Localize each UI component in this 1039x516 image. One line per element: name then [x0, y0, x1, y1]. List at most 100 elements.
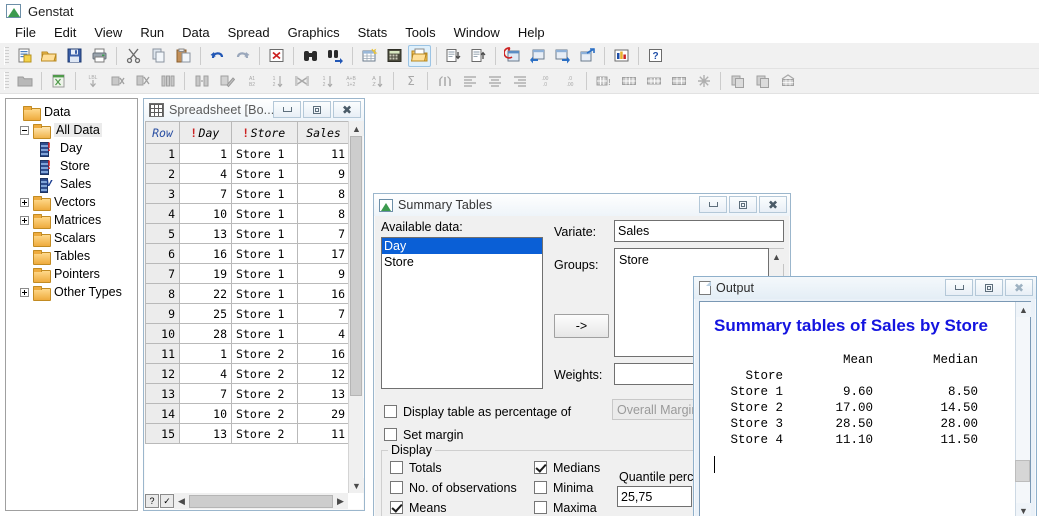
cell-day[interactable]: 4 — [179, 163, 232, 184]
available-data-item-store[interactable]: Store — [382, 254, 542, 270]
tree-node-pointers[interactable]: Pointers — [10, 265, 135, 283]
column-header-sales[interactable]: Sales — [297, 121, 350, 144]
minimize-button[interactable] — [699, 196, 727, 213]
open-data-icon[interactable] — [408, 44, 431, 67]
table-row[interactable]: 7 19 Store 19 — [145, 263, 350, 284]
copy-sheet-icon[interactable] — [726, 70, 749, 92]
menu-stats[interactable]: Stats — [349, 23, 397, 42]
display-percentage-checkbox-row[interactable]: Display table as percentage of — [384, 402, 571, 421]
quantile-percentages-input[interactable]: 25,75 — [617, 486, 692, 507]
graph-bars-icon[interactable] — [610, 45, 633, 67]
cell-sales[interactable]: 7 — [297, 303, 350, 324]
column-header-store[interactable]: ! Store — [231, 121, 298, 144]
table-2-icon[interactable] — [642, 70, 665, 92]
submit-icon[interactable] — [576, 45, 599, 67]
find-binoculars-icon[interactable] — [299, 45, 322, 67]
minimize-button[interactable] — [945, 279, 973, 296]
tree-node-store[interactable]: Store — [10, 157, 135, 175]
table-row[interactable]: 5 13 Store 17 — [145, 223, 350, 244]
cell-sales[interactable]: 13 — [297, 383, 350, 404]
means-checkbox-row[interactable]: Means — [390, 498, 447, 516]
table-exclaim-icon[interactable]: ! — [592, 70, 615, 92]
available-data-listbox[interactable]: Day Store — [381, 237, 543, 389]
scroll-down-arrow-icon[interactable]: ▼ — [1016, 503, 1031, 516]
tree-node-day[interactable]: Day — [10, 139, 135, 157]
tree-node-other-types[interactable]: Other Types — [10, 283, 135, 301]
totals-checkbox[interactable] — [390, 461, 403, 474]
export-data-icon[interactable] — [467, 45, 490, 67]
collapse-expander-icon[interactable] — [20, 125, 29, 135]
expand-expander-icon[interactable] — [20, 287, 29, 297]
table-row[interactable]: 12 4 Store 2 12 — [145, 363, 350, 384]
output-text-area[interactable]: Summary tables of Sales by Store Mean Me… — [699, 301, 1031, 516]
cut-scissors-icon[interactable] — [122, 45, 145, 67]
column-header-day[interactable]: ! Day — [179, 121, 232, 144]
cell-store[interactable]: Store 2 — [231, 423, 298, 444]
minimize-button[interactable] — [273, 101, 301, 118]
display-percentage-checkbox[interactable] — [384, 405, 397, 418]
open-folder-icon[interactable] — [38, 45, 61, 67]
edit-pencil-icon[interactable] — [215, 70, 238, 92]
cell-day[interactable]: 28 — [179, 323, 232, 344]
cell-sales[interactable]: 8 — [297, 183, 350, 204]
observations-checkbox-row[interactable]: No. of observations — [390, 478, 517, 497]
cell-sales[interactable]: 16 — [297, 343, 350, 364]
shuffle-icon[interactable] — [290, 70, 313, 92]
table-row[interactable]: 14 10 Store 2 29 — [145, 403, 350, 424]
maximize-button[interactable] — [975, 279, 1003, 296]
means-checkbox[interactable] — [390, 501, 403, 514]
cell-day[interactable]: 1 — [179, 343, 232, 364]
merge-icon[interactable] — [433, 70, 456, 92]
toolbar-grip[interactable] — [4, 46, 9, 65]
cell-sales[interactable]: 29 — [297, 403, 350, 424]
cell-day[interactable]: 19 — [179, 263, 232, 284]
menu-data[interactable]: Data — [173, 23, 218, 42]
variate-input[interactable]: Sales — [614, 220, 784, 242]
spreadsheet-horizontal-scrollbar[interactable]: ◀ ▶ — [174, 493, 348, 509]
help-question-icon[interactable]: ? — [644, 45, 667, 67]
spreadsheet-grid[interactable]: Row ! Day ! Store Sales 1 1 Store 1 11 2 4 Stor… — [145, 121, 363, 509]
excel-sheet-icon[interactable] — [47, 70, 70, 92]
align-center-icon[interactable] — [483, 70, 506, 92]
columns-icon[interactable] — [156, 70, 179, 92]
table-3-icon[interactable] — [667, 70, 690, 92]
cell-store[interactable]: Store 2 — [231, 403, 298, 424]
back-arrow-icon[interactable] — [526, 45, 549, 67]
menu-file[interactable]: File — [6, 23, 45, 42]
scroll-right-arrow-icon[interactable]: ▶ — [333, 493, 348, 509]
output-vertical-scrollbar[interactable]: ▲ ▼ — [1015, 302, 1031, 516]
cell-store[interactable]: Store 1 — [231, 143, 298, 164]
available-data-item-day[interactable]: Day — [382, 238, 542, 254]
maxima-checkbox[interactable] — [534, 501, 547, 514]
cell-store[interactable]: Store 1 — [231, 263, 298, 284]
scroll-up-arrow-icon[interactable]: ▲ — [349, 121, 364, 136]
table-row[interactable]: 13 7 Store 2 13 — [145, 383, 350, 404]
table-row[interactable]: 10 28 Store 14 — [145, 323, 350, 344]
grid-house-icon[interactable] — [776, 70, 799, 92]
menu-graphics[interactable]: Graphics — [279, 23, 349, 42]
tree-node-vectors[interactable]: Vectors — [10, 193, 135, 211]
delete-row-icon[interactable] — [131, 70, 154, 92]
scrollbar-thumb-h[interactable] — [189, 494, 333, 508]
cell-store[interactable]: Store 2 — [231, 363, 298, 384]
expand-expander-icon[interactable] — [20, 215, 29, 225]
tree-node-matrices[interactable]: Matrices — [10, 211, 135, 229]
undo-arrow-icon[interactable] — [206, 45, 229, 67]
menu-tools[interactable]: Tools — [396, 23, 444, 42]
table-row[interactable]: 11 1 Store 2 16 — [145, 343, 350, 364]
output-scrollbar-thumb[interactable] — [1015, 460, 1030, 482]
cell-day[interactable]: 22 — [179, 283, 232, 304]
column-header-row[interactable]: Row — [145, 121, 180, 144]
delete-column-icon[interactable] — [106, 70, 129, 92]
minima-checkbox-row[interactable]: Minima — [534, 478, 593, 497]
cell-day[interactable]: 13 — [179, 423, 232, 444]
tree-node-tables[interactable]: Tables — [10, 247, 135, 265]
cell-day[interactable]: 7 — [179, 183, 232, 204]
sort-updown-icon[interactable]: 1 2 — [265, 70, 288, 92]
table-row[interactable]: 15 13 Store 2 11 — [145, 423, 350, 444]
sort-az-icon[interactable]: A Z — [365, 70, 388, 92]
close-button[interactable]: ✖ — [759, 196, 787, 213]
stack-icon[interactable]: A1 B2 — [240, 70, 263, 92]
align-right-icon[interactable] — [508, 70, 531, 92]
sort-numeric-icon[interactable]: 1 2 — [315, 70, 338, 92]
